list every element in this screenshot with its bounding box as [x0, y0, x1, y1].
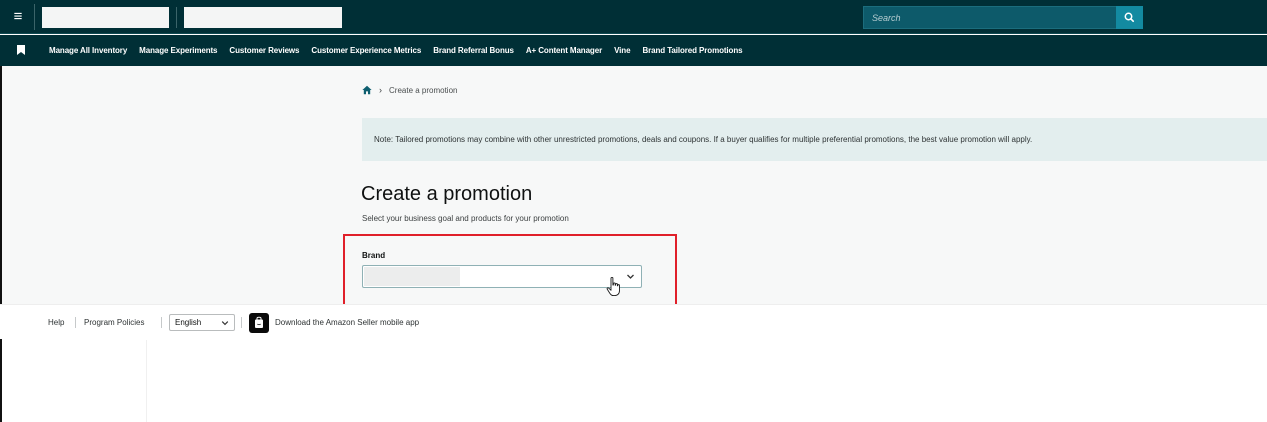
divider: [146, 340, 147, 422]
nav-item-customer-reviews[interactable]: Customer Reviews: [229, 46, 299, 55]
nav-item-customer-experience-metrics[interactable]: Customer Experience Metrics: [311, 46, 421, 55]
breadcrumb-current: Create a promotion: [389, 85, 458, 95]
search-input[interactable]: [863, 6, 1117, 29]
hamburger-icon[interactable]: ≡: [8, 8, 28, 26]
search-button[interactable]: [1116, 6, 1143, 29]
top-bar: ≡: [0, 0, 1267, 34]
page-subtitle: Select your business goal and products f…: [362, 214, 569, 223]
hand-cursor-icon: [606, 277, 620, 297]
nav-items: Manage All Inventory Manage Experiments …: [49, 35, 743, 66]
nav-item-a-plus-content-manager[interactable]: A+ Content Manager: [526, 46, 602, 55]
home-icon[interactable]: [362, 85, 372, 95]
note-text: Note: Tailored promotions may combine wi…: [374, 135, 1033, 144]
breadcrumb-separator: ›: [379, 85, 382, 95]
chevron-down-icon: [627, 274, 634, 279]
brand-select[interactable]: [362, 265, 642, 288]
program-policies-link[interactable]: Program Policies: [84, 318, 144, 327]
note-banner: Note: Tailored promotions may combine wi…: [362, 118, 1267, 161]
nav-item-vine[interactable]: Vine: [614, 46, 630, 55]
redacted-marketplace: [184, 7, 342, 28]
footer: Help Program Policies English Download t…: [0, 304, 1267, 339]
bookmark-icon[interactable]: [17, 45, 25, 55]
window-edge: [0, 66, 2, 422]
nav-bar: Manage All Inventory Manage Experiments …: [0, 35, 1267, 66]
search-icon: [1124, 12, 1135, 23]
nav-item-brand-referral-bonus[interactable]: Brand Referral Bonus: [433, 46, 514, 55]
mobile-app-icon[interactable]: [249, 313, 269, 333]
help-link[interactable]: Help: [48, 318, 64, 327]
nav-item-manage-all-inventory[interactable]: Manage All Inventory: [49, 46, 127, 55]
shopping-bag-icon: [255, 316, 263, 328]
nav-item-manage-experiments[interactable]: Manage Experiments: [139, 46, 217, 55]
footer-separator: [161, 317, 162, 328]
nav-item-brand-tailored-promotions[interactable]: Brand Tailored Promotions: [642, 46, 742, 55]
redacted-brand-value: [364, 267, 460, 286]
topbar-divider: [34, 4, 35, 30]
chevron-down-icon: [221, 321, 229, 326]
breadcrumb: › Create a promotion: [362, 83, 457, 97]
redacted-store-name: [42, 7, 169, 28]
footer-separator: [241, 317, 242, 328]
footer-separator: [75, 317, 76, 328]
language-select[interactable]: English: [169, 314, 235, 331]
download-app-link[interactable]: Download the Amazon Seller mobile app: [275, 318, 419, 327]
brand-label: Brand: [362, 251, 386, 260]
topbar-divider: [176, 7, 177, 28]
language-value: English: [175, 318, 202, 327]
page-title: Create a promotion: [361, 183, 533, 205]
